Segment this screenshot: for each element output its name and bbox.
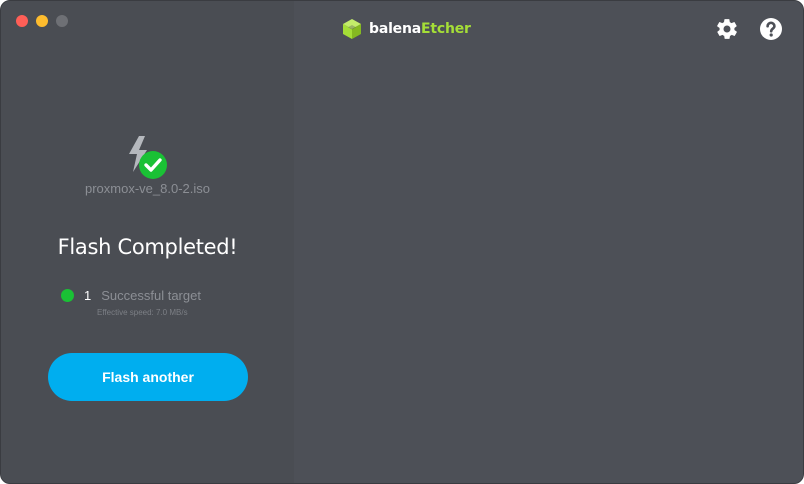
app-window: proxmox-ve_8.0-2.iso Flash Completed! 1 …: [0, 0, 804, 484]
flash-status-panel: proxmox-ve_8.0-2.iso Flash Completed! 1 …: [1, 1, 294, 483]
success-count: 1: [84, 287, 92, 303]
window-minimize-button[interactable]: [36, 15, 48, 27]
window-maximize-button[interactable]: [56, 15, 68, 27]
flash-completed-title: Flash Completed!: [57, 235, 238, 259]
flash-another-button[interactable]: Flash another: [48, 353, 248, 401]
brand-suffix: Etcher: [420, 21, 471, 37]
question-circle-icon[interactable]: [759, 17, 783, 41]
main-area: [294, 1, 803, 483]
balena-cube-icon: [343, 19, 361, 39]
result-summary: 1 Successful target: [61, 287, 201, 303]
brand-prefix: balena: [369, 21, 421, 37]
brand: balenaEtcher: [341, 18, 471, 40]
gear-icon[interactable]: [715, 17, 739, 41]
window-close-button[interactable]: [16, 15, 28, 27]
success-label: Successful target: [101, 287, 201, 303]
image-file-name: proxmox-ve_8.0-2.iso: [85, 181, 210, 196]
effective-speed: Effective speed: 7.0 MB/s: [97, 308, 188, 317]
success-status-dot: [61, 288, 74, 302]
brand-name: balenaEtcher: [369, 21, 471, 37]
flash-success-icon: [129, 136, 167, 179]
